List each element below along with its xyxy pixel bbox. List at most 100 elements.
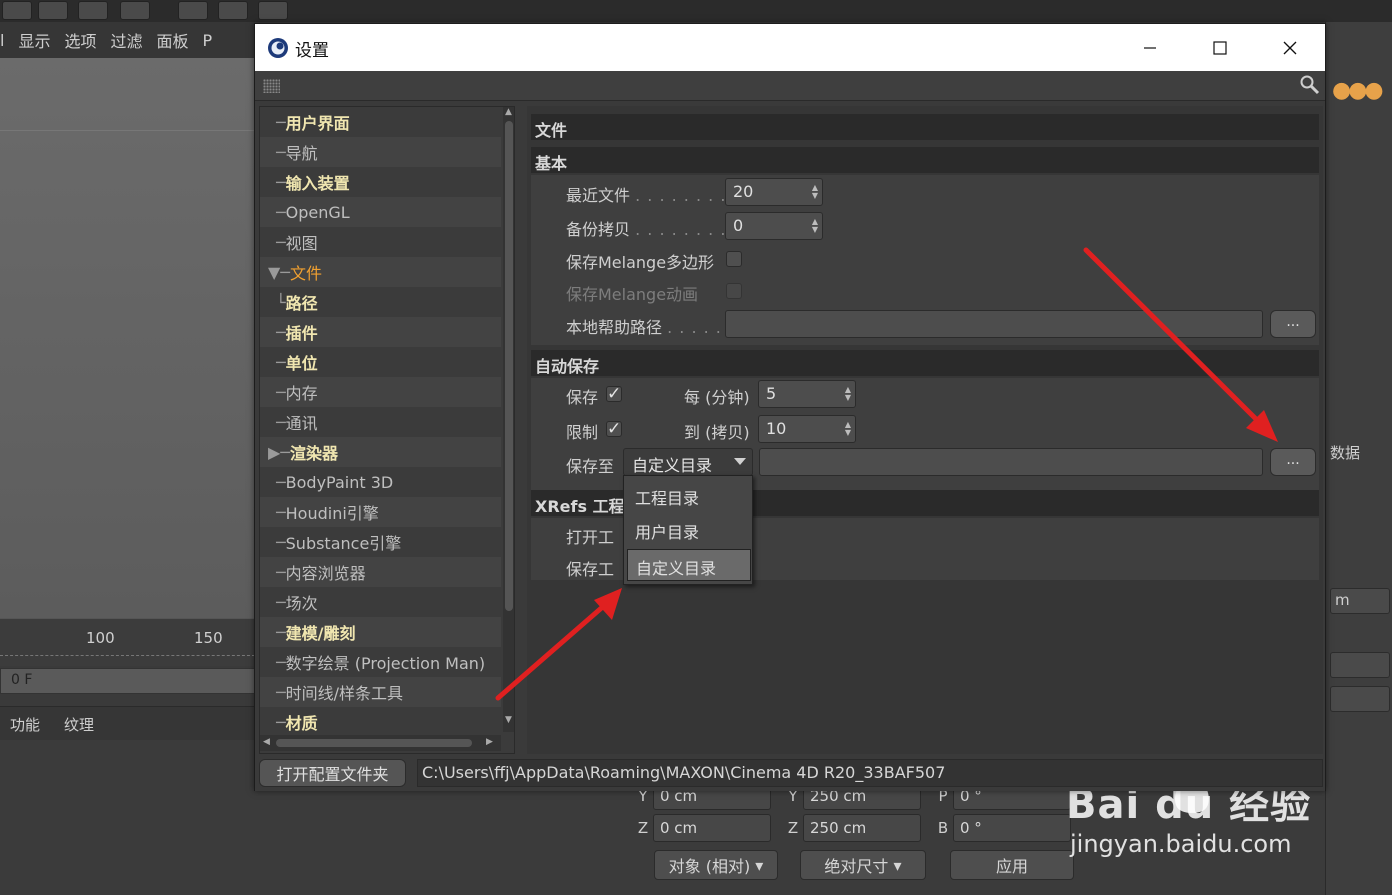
tree-item[interactable]: ▶─ 渲染器 [260,437,501,467]
object-mode-dropdown[interactable]: 对象 (相对) ▾ [654,850,778,880]
save-melange-poly-checkbox[interactable] [726,251,742,267]
viewport[interactable] [0,58,255,618]
right-field[interactable] [1330,652,1390,678]
toolbar-button[interactable] [78,1,108,20]
right-tab-label[interactable]: 数据 [1330,442,1360,463]
pos-z-field[interactable]: 0 cm [653,814,771,842]
autosave-save-checkbox[interactable]: ✓ [606,386,622,403]
axis-label: Z [637,819,649,837]
tree-connector: ─ [276,652,286,672]
local-help-browse-button[interactable]: ... [1270,310,1316,338]
tree-item[interactable]: ─ OpenGL [260,197,501,227]
option-project-directory[interactable]: 工程目录 [627,480,751,512]
tree-item[interactable]: ─ 内容浏览器 [260,557,501,587]
spinner-icon[interactable]: ▲ ▼ [845,386,851,402]
save-to-path-input[interactable] [759,448,1263,476]
toolbar-button[interactable] [38,1,68,20]
autosave-every-field[interactable]: 5 ▲ ▼ [758,380,856,408]
timeline-ruler[interactable]: 100 150 [0,618,255,666]
autosave-limit-checkbox[interactable]: ✓ [606,421,622,438]
tree-item[interactable]: ─ 场次 [260,587,501,617]
close-button[interactable] [1255,24,1325,71]
toolbar-button[interactable] [218,1,248,20]
right-unit-field[interactable]: m [1330,588,1390,614]
backup-text: 备份拷贝 [566,220,631,239]
tree-item[interactable]: ─ 数字绘景 (Projection Man) [260,647,501,677]
dialog-footer: 打开配置文件夹 C:\Users\ffj\AppData\Roaming\MAX… [255,757,1325,791]
tree-connector[interactable]: ▼─ [268,263,290,282]
spinner-icon[interactable]: ▲ ▼ [812,218,818,234]
apply-button[interactable]: 应用 [950,850,1074,880]
toolbar-button[interactable] [258,1,288,20]
axis-label: Z [787,819,799,837]
toolbar-button[interactable] [178,1,208,20]
option-user-directory[interactable]: 用户目录 [627,514,751,546]
tree-item[interactable]: ─ 导航 [260,137,501,167]
recent-files-field[interactable]: 20 ▲ ▼ [725,178,823,206]
grip-icon[interactable] [263,79,280,93]
tree-item[interactable]: ─ 时间线/样条工具 [260,677,501,707]
tree-item[interactable]: ─ 通讯 [260,407,501,437]
viewport-menu-item[interactable]: 过滤 [110,28,142,52]
tree-item[interactable]: └ 路径 [260,287,501,317]
tree-horizontal-scrollbar[interactable]: ◀ ▶ [260,735,501,751]
option-custom-directory[interactable]: 自定义目录 [627,549,751,581]
tree-item[interactable]: ─ Houdini引擎 [260,497,501,527]
viewport-menu-item[interactable]: 选项 [64,28,96,52]
open-config-folder-button[interactable]: 打开配置文件夹 [259,759,406,787]
tree-item[interactable]: ─ 插件 [260,317,501,347]
main-toolbar [0,0,1392,22]
section-header-autosave[interactable]: 自动保存 [531,350,1319,376]
viewport-menu-item[interactable]: P [203,31,213,50]
viewport-menu-item[interactable]: l [0,31,4,50]
scroll-up-icon[interactable]: ▲ [505,107,512,117]
tree-item[interactable]: ─ Substance引擎 [260,527,501,557]
tree-item[interactable]: ─ BodyPaint 3D [260,467,501,497]
tree-item[interactable]: ─ 内存 [260,377,501,407]
recent-files-label: 最近文件 . . . . . . . . . [566,182,739,206]
scroll-thumb[interactable] [505,121,513,611]
local-help-path-input[interactable] [725,310,1263,338]
toolbar-button[interactable] [2,1,32,20]
spinner-icon[interactable]: ▲ ▼ [845,421,851,437]
maximize-button[interactable] [1185,24,1255,71]
spinner-icon[interactable]: ▲ ▼ [812,184,818,200]
viewport-menu-item[interactable]: 显示 [18,28,50,52]
scroll-left-icon[interactable]: ◀ [263,737,270,747]
save-to-dropdown[interactable]: 自定义目录 [623,448,753,476]
scroll-right-icon[interactable]: ▶ [486,737,493,747]
tree-item[interactable]: ─ 建模/雕刻 [260,617,501,647]
scroll-thumb[interactable] [276,739,472,747]
tree-item[interactable]: ─ 用户界面 [260,107,501,137]
frame-slider[interactable]: 0 F [0,668,255,694]
search-icon[interactable] [1299,74,1321,96]
save-melange-anim-checkbox[interactable] [726,283,742,299]
tree-connector[interactable]: ▶─ [268,443,290,462]
tree-item[interactable]: ─ 单位 [260,347,501,377]
size-mode-dropdown[interactable]: 绝对尺寸 ▾ [800,850,926,880]
watermark-url: jingyan.baidu.com [1070,830,1292,858]
autosave-to-field[interactable]: 10 ▲ ▼ [758,415,856,443]
dialog-titlebar[interactable]: 设置 [255,24,1325,71]
tree-item[interactable]: ─ 材质 [260,707,501,737]
section-header-basic[interactable]: 基本 [531,147,1319,173]
minimize-button[interactable] [1115,24,1185,71]
tree-item[interactable]: ▼─ 文件 [260,257,501,287]
toolbar-button[interactable] [120,1,150,20]
viewport-menu-item[interactable]: 面板 [157,28,189,52]
viewport-menubar: l 显示 选项 过滤 面板 P [0,22,255,58]
rot-b-field[interactable]: 0 ° [953,814,1071,842]
autosave-every-label: 每 (分钟) [684,388,750,407]
tree-item[interactable]: ─ 视图 [260,227,501,257]
tree-item[interactable]: ─ 输入装置 [260,167,501,197]
right-field[interactable] [1330,686,1390,712]
menu-texture[interactable]: 纹理 [64,714,94,735]
menu-function[interactable]: 功能 [10,714,40,735]
settings-dialog: 设置 ─ 材质 ─ 时间线/样条工具 ─ 数字绘景 (Projection Man) ─ 建模… [254,23,1326,791]
tree-vertical-scrollbar[interactable]: ▲ ▼ [503,107,514,732]
backup-field[interactable]: 0 ▲ ▼ [725,212,823,240]
scroll-down-icon[interactable]: ▼ [505,715,512,725]
save-to-browse-button[interactable]: ... [1270,448,1316,476]
size-z-field[interactable]: 250 cm [803,814,921,842]
tree-item-label: 材质 [285,714,318,733]
